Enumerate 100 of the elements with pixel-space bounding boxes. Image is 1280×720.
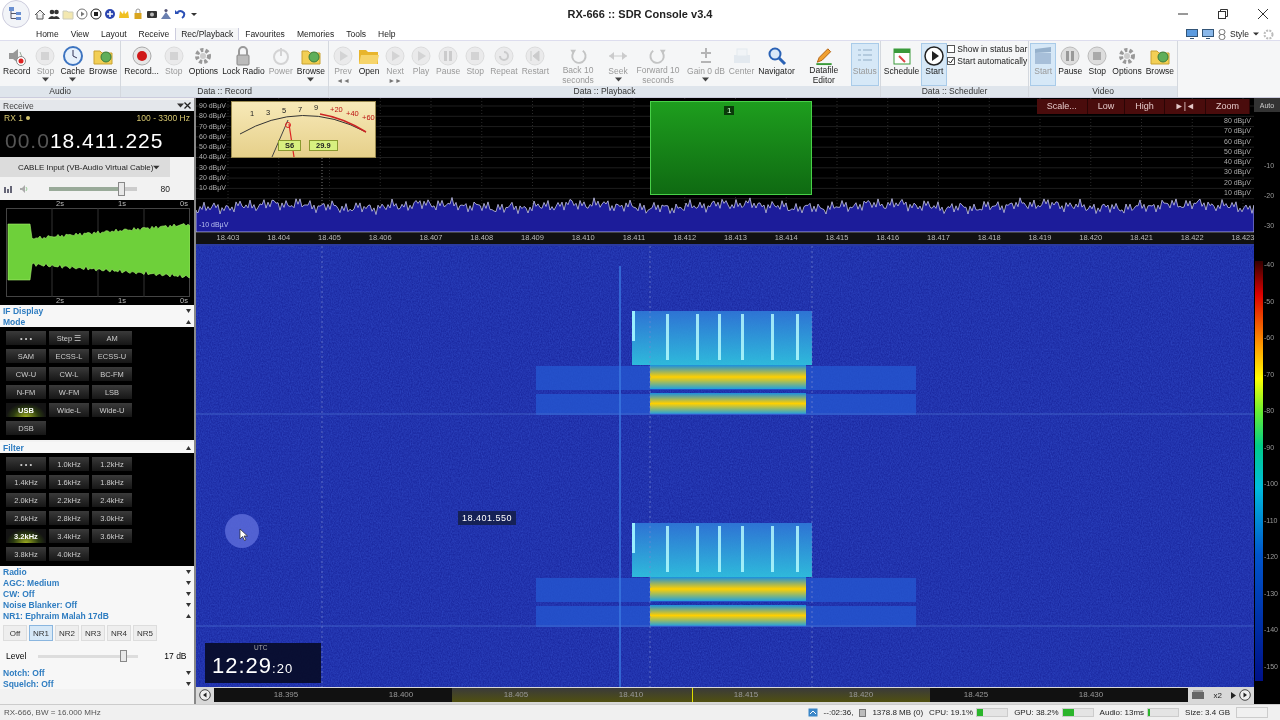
collapse-arrow-icon[interactable] — [186, 613, 191, 618]
stop-icon — [464, 45, 487, 67]
menu-tab[interactable]: Tools — [340, 27, 373, 40]
tree-icon — [8, 6, 24, 22]
users-icon — [48, 8, 60, 20]
stop-icon — [1086, 45, 1109, 67]
noise-reduction-button[interactable]: NR4 — [107, 625, 131, 641]
spectrum-control-button[interactable]: Scale... — [1036, 99, 1088, 114]
passband-highlight[interactable] — [650, 101, 812, 195]
audio-device-dropdown[interactable]: CABLE Input (VB-Audio Virtual Cable) — [0, 157, 170, 177]
noise-reduction-button[interactable]: NR2 — [55, 625, 79, 641]
gear-icon — [1116, 45, 1138, 67]
noise-reduction-button[interactable]: NR1 — [29, 625, 53, 641]
ribbon-button[interactable]: Schedule — [881, 43, 922, 86]
restore-button[interactable] — [1218, 9, 1228, 19]
menu-tab[interactable]: Receive — [132, 27, 176, 40]
status-dot-icon — [25, 116, 30, 120]
frequency-tick-label: 18.395 — [273, 690, 299, 699]
mouse-pointer-icon — [239, 527, 248, 541]
users-button[interactable] — [48, 8, 60, 20]
zoom-label[interactable]: x2 — [1213, 690, 1222, 700]
menu-tab[interactable]: Layout — [94, 27, 133, 40]
ribbon-button[interactable]: Datafile Editor — [796, 43, 851, 86]
play-button[interactable] — [76, 8, 88, 20]
ribbon-button[interactable]: Browse — [1143, 43, 1176, 86]
collapse-arrow-icon[interactable] — [186, 319, 191, 324]
ribbon-button[interactable]: Open — [356, 43, 383, 86]
recording-icon — [807, 708, 818, 717]
ribbon-button[interactable]: Cache — [58, 43, 87, 86]
spectrum-control-button[interactable]: Zoom — [1206, 99, 1250, 114]
ribbon-button[interactable]: Browse — [294, 43, 328, 86]
frequency-display[interactable]: 00.018.411.225 — [0, 125, 194, 157]
caret-icon — [177, 103, 184, 108]
expand-arrow-icon[interactable] — [186, 591, 191, 596]
frequency-tick-label: 18.430 — [1078, 690, 1104, 699]
home-button[interactable] — [34, 8, 46, 20]
spectrum-control-button[interactable]: High — [1125, 99, 1165, 114]
frequency-scale[interactable]: 18.395 18.400 18.405 18.410 18.415 18.420 18.425 18.430 — [214, 688, 1188, 702]
collapse-arrow-icon[interactable] — [186, 445, 191, 450]
play-icon — [923, 45, 946, 67]
style-menu[interactable]: Style — [1230, 29, 1249, 39]
bandwidth-label: 100 - 3300 Hz — [136, 113, 190, 123]
ribbon-button[interactable]: Lock Radio — [220, 43, 267, 86]
app-menu-button[interactable] — [2, 0, 30, 28]
ribbon-button[interactable]: Browse — [87, 43, 120, 86]
play-icon — [332, 45, 355, 67]
ribbon-button[interactable]: Options — [186, 43, 221, 86]
pyramid-button[interactable] — [160, 8, 172, 20]
pyramid-icon — [160, 8, 172, 20]
menu-tab[interactable]: Home — [30, 27, 65, 40]
group-label: Data :: Playback — [329, 86, 880, 97]
spectrum-control-button[interactable]: ►|◄ — [1164, 99, 1206, 114]
checkbox[interactable]: Start automatically — [947, 56, 1028, 66]
repeat-icon — [492, 45, 515, 67]
expand-arrow-icon[interactable] — [186, 580, 191, 585]
play-icon[interactable] — [1231, 691, 1236, 699]
menu-tab[interactable]: View — [64, 27, 95, 40]
menu-tab[interactable]: Favourites — [239, 27, 291, 40]
level-bars-icon[interactable] — [4, 184, 14, 193]
group-label: Audio — [0, 86, 121, 97]
ribbon-button[interactable]: Record — [1, 43, 33, 86]
checkbox[interactable]: Show in status bar — [947, 44, 1028, 54]
panel-title: Receive — [3, 100, 34, 111]
cursor-circle-icon[interactable] — [224, 512, 260, 549]
usage-meter — [1061, 708, 1094, 717]
caret-icon — [153, 164, 160, 170]
check-icon — [948, 58, 955, 64]
noise-reduction-button[interactable]: NR3 — [81, 625, 105, 641]
monitor-icon[interactable] — [1186, 29, 1199, 39]
ribbon-button[interactable]: Stop — [1084, 43, 1111, 86]
close-icon[interactable] — [184, 102, 191, 109]
calendar-icon — [890, 45, 913, 67]
expand-arrow-icon[interactable] — [186, 670, 191, 675]
stop-button[interactable] — [90, 8, 102, 20]
undo-button[interactable] — [174, 8, 186, 20]
play-icon — [410, 45, 433, 67]
spectrum-control-button[interactable]: Low — [1087, 99, 1126, 114]
passband-label: 1 — [724, 106, 735, 115]
expand-arrow-icon[interactable] — [186, 681, 191, 686]
monitor-icon[interactable] — [1202, 29, 1215, 39]
ribbon-button[interactable]: Record... — [122, 43, 161, 86]
clock-icon — [61, 45, 84, 67]
expand-arrow-icon[interactable] — [186, 308, 191, 313]
ribbon-button[interactable]: Pause — [1056, 43, 1085, 86]
noise-reduction-button[interactable]: Off — [3, 625, 27, 641]
expand-arrow-icon[interactable] — [186, 569, 191, 574]
close-button[interactable] — [1258, 9, 1268, 19]
frequency-tick-label: 18.400 — [388, 690, 414, 699]
ribbon-button[interactable]: Options — [1110, 43, 1144, 86]
camera-button[interactable] — [146, 8, 158, 20]
expand-arrow-icon[interactable] — [186, 602, 191, 607]
group-label: Data :: Scheduler — [880, 86, 1029, 97]
noise-reduction-button[interactable]: NR5 — [133, 625, 157, 641]
menu-tab[interactable]: Help — [372, 27, 402, 40]
receiver-label: RX 1 — [4, 113, 23, 123]
ribbon-button[interactable]: Start — [921, 43, 948, 86]
film-strip-icon[interactable] — [1190, 690, 1205, 700]
plus-button[interactable] — [104, 8, 116, 20]
menu-tab[interactable]: Memories — [290, 27, 341, 40]
ribbon-button[interactable]: Navigator — [756, 43, 797, 86]
